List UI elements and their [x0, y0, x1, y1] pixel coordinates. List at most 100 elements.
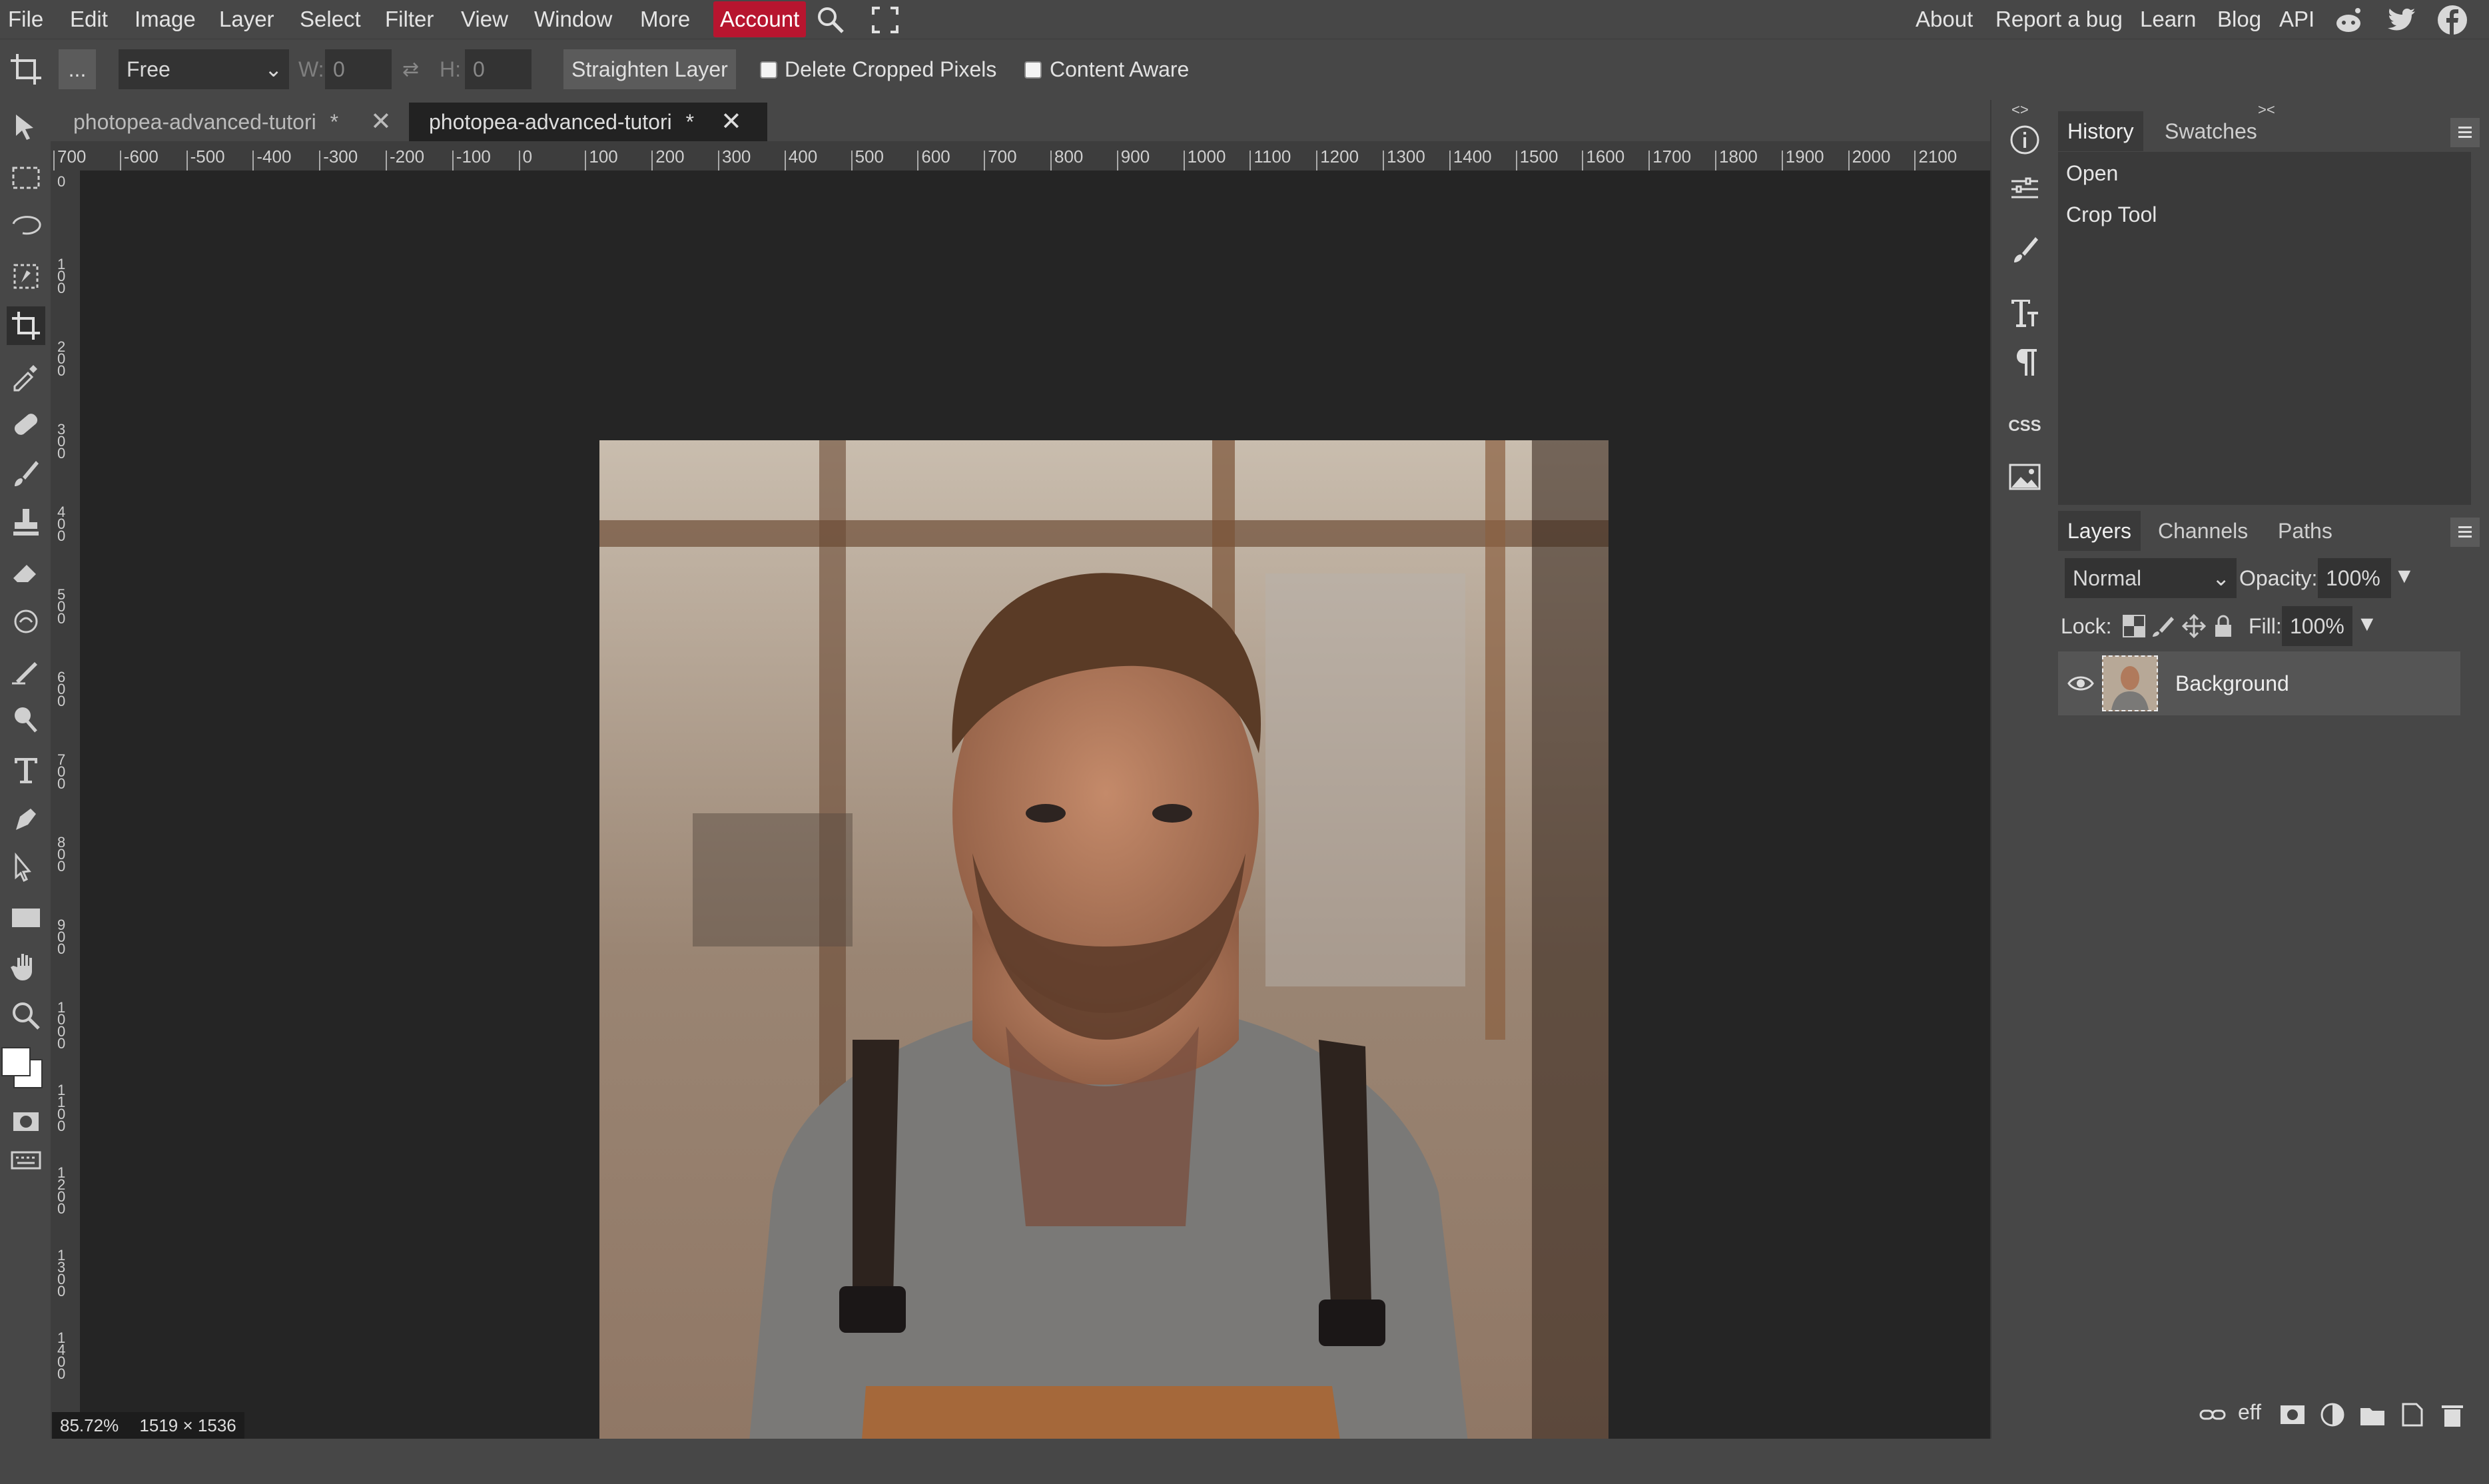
facebook-icon[interactable] [2436, 4, 2468, 36]
lock-all-icon[interactable] [2211, 614, 2235, 638]
tab-swatches[interactable]: Swatches [2155, 111, 2267, 151]
width-input[interactable]: 0 [325, 49, 392, 89]
straighten-layer-button[interactable]: Straighten Layer [563, 49, 736, 89]
tab-paths[interactable]: Paths [2269, 511, 2342, 551]
menu-icon[interactable] [2450, 118, 2480, 147]
menu-more[interactable]: More [640, 0, 690, 39]
move-tool-icon[interactable] [7, 109, 45, 148]
swap-icon[interactable]: ⇄ [402, 58, 426, 82]
menu-api[interactable]: API [2279, 0, 2314, 39]
lock-pixels-icon[interactable] [2151, 614, 2175, 638]
menu-icon[interactable] [2450, 518, 2480, 547]
zoom-level[interactable]: 85.72% [52, 1415, 127, 1435]
height-input[interactable]: 0 [465, 49, 532, 89]
eraser-tool-icon[interactable] [7, 553, 45, 591]
close-icon[interactable]: ✕ [370, 103, 392, 141]
smudge-tool-icon[interactable] [7, 602, 45, 641]
foreground-color-swatch[interactable] [1, 1047, 31, 1076]
fill-input[interactable]: 100% [2282, 606, 2352, 646]
zoom-tool-icon[interactable] [7, 996, 45, 1035]
lock-transparency-icon[interactable] [2122, 614, 2146, 638]
delete-layer-icon[interactable] [2438, 1400, 2467, 1429]
opacity-input[interactable]: 100% [2318, 558, 2391, 598]
opacity-dropdown-icon[interactable]: ▼ [2394, 563, 2415, 588]
fill-label: Fill: [2249, 614, 2282, 638]
info-icon[interactable] [2005, 120, 2045, 160]
history-item-crop-tool[interactable]: Crop Tool [2059, 194, 2470, 234]
rectangle-tool-icon[interactable] [7, 898, 45, 936]
canvas-viewport[interactable] [80, 171, 1990, 1439]
search-icon[interactable] [816, 5, 845, 35]
effects-icon[interactable]: eff [2238, 1400, 2261, 1425]
color-swatches[interactable] [0, 1044, 47, 1091]
fill-dropdown-icon[interactable]: ▼ [2356, 611, 2378, 636]
horizontal-ruler[interactable]: 700 -600 -500 -400 -300 -200 -100 0 100 200 300 400… [51, 141, 1990, 171]
menu-blog[interactable]: Blog [2217, 0, 2261, 39]
tab-channels[interactable]: Channels [2149, 511, 2257, 551]
vertical-ruler[interactable]: 0 100 200 300 400 500 600 700 800 900 1000 1100 1200… [51, 171, 80, 1439]
menu-account[interactable]: Account [713, 1, 807, 37]
ruler-tick-label: 700 [57, 147, 87, 167]
delete-cropped-checkbox[interactable] [760, 61, 777, 79]
chevron-down-icon: ⌄ [264, 57, 282, 81]
content-aware-checkbox[interactable] [1024, 61, 1042, 79]
twitter-icon[interactable] [2386, 4, 2418, 36]
new-group-icon[interactable] [2358, 1400, 2387, 1429]
menu-select[interactable]: Select [300, 0, 361, 39]
menu-layer[interactable]: Layer [219, 0, 274, 39]
type-tool-icon[interactable] [7, 750, 45, 789]
healing-brush-tool-icon[interactable] [7, 405, 45, 444]
pen-tool-icon[interactable] [7, 799, 45, 838]
new-layer-icon[interactable] [2398, 1400, 2427, 1429]
document-tab-active[interactable]: photopea-advanced-tutori * ✕ [409, 103, 767, 141]
marquee-tool-icon[interactable] [7, 159, 45, 197]
menu-filter[interactable]: Filter [385, 0, 434, 39]
quick-select-tool-icon[interactable] [7, 257, 45, 296]
menu-file[interactable]: File [8, 0, 43, 39]
tab-history[interactable]: History [2058, 111, 2143, 151]
menu-window[interactable]: Window [534, 0, 612, 39]
ruler-tick-label: 2100 [1918, 147, 1957, 167]
layer-row[interactable]: Background [2058, 651, 2460, 715]
paragraph-icon[interactable] [2005, 342, 2045, 382]
quick-mask-icon[interactable] [7, 1102, 45, 1140]
lock-position-icon[interactable] [2181, 613, 2207, 639]
menu-learn[interactable]: Learn [2140, 0, 2196, 39]
keyboard-icon[interactable] [7, 1140, 45, 1179]
layer-mask-icon[interactable] [2278, 1400, 2307, 1429]
brush-tool-icon[interactable] [7, 454, 45, 493]
adjustment-layer-icon[interactable] [2318, 1400, 2347, 1429]
opacity-label: Opacity: [2239, 566, 2318, 590]
menu-image[interactable]: Image [135, 0, 196, 39]
collapse-icon[interactable]: <> [2011, 101, 2029, 119]
ratio-select[interactable]: Free ⌄ [119, 49, 289, 89]
tab-layers[interactable]: Layers [2058, 511, 2141, 551]
path-select-tool-icon[interactable] [7, 849, 45, 887]
adjustments-icon[interactable] [2005, 169, 2045, 209]
history-item-open[interactable]: Open [2059, 153, 2470, 193]
more-options-button[interactable]: ... [59, 49, 96, 89]
menu-view[interactable]: View [461, 0, 508, 39]
clone-stamp-tool-icon[interactable] [7, 504, 45, 542]
document-tab[interactable]: photopea-advanced-tutori * ✕ [53, 103, 413, 141]
menu-about[interactable]: About [1916, 0, 1973, 39]
blur-tool-icon[interactable] [7, 651, 45, 690]
image-icon[interactable] [2005, 457, 2045, 497]
dodge-tool-icon[interactable] [7, 701, 45, 739]
menu-edit[interactable]: Edit [70, 0, 108, 39]
css-icon[interactable]: CSS [2005, 406, 2045, 446]
character-icon[interactable] [2005, 293, 2045, 333]
brush-settings-icon[interactable] [2005, 230, 2045, 270]
fullscreen-icon[interactable] [871, 5, 900, 35]
ruler-tick-mark [784, 151, 786, 171]
eye-icon[interactable] [2067, 670, 2094, 697]
link-layers-icon[interactable] [2198, 1400, 2227, 1429]
reddit-icon[interactable] [2332, 4, 2364, 36]
blend-mode-select[interactable]: Normal ⌄ [2065, 558, 2237, 598]
crop-tool-icon[interactable] [7, 306, 45, 345]
lasso-tool-icon[interactable] [7, 208, 45, 246]
eyedropper-tool-icon[interactable] [7, 356, 45, 394]
menu-report-bug[interactable]: Report a bug [1995, 0, 2123, 39]
hand-tool-icon[interactable] [7, 947, 45, 986]
close-icon[interactable]: ✕ [721, 103, 742, 141]
